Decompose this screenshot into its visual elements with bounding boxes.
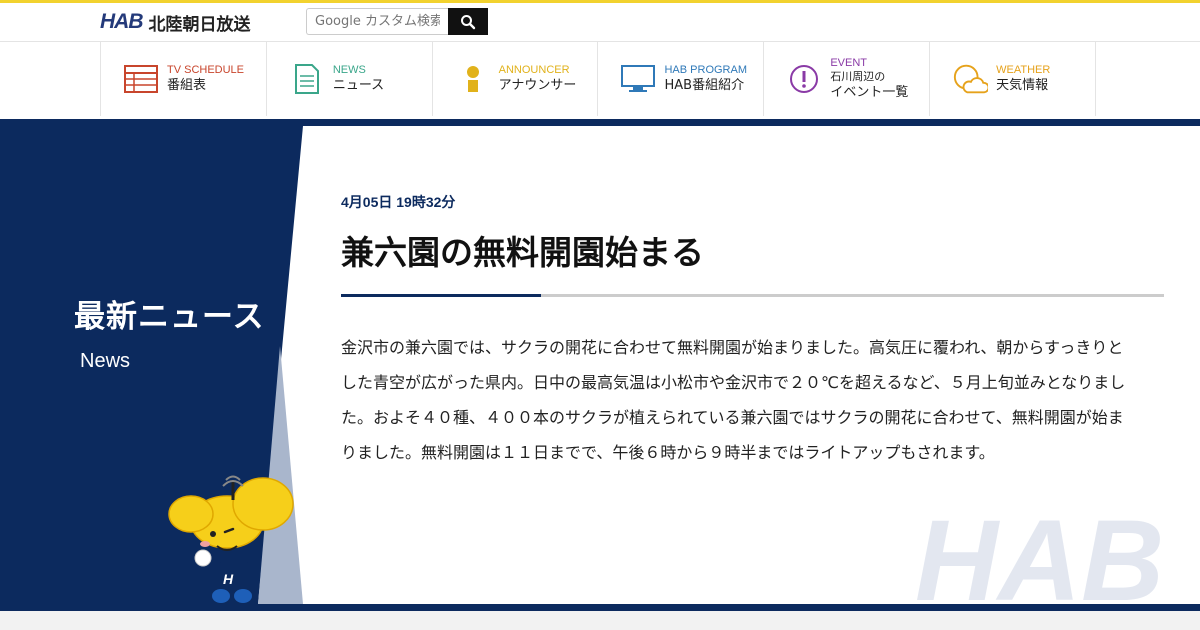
nav-item-tv-schedule[interactable]: TV SCHEDULE 番組表 [101, 42, 267, 116]
svg-text:H: H [223, 571, 234, 587]
article-body: 金沢市の兼六園では、サクラの開花に合わせて無料開園が始まりました。高気圧に覆われ… [341, 338, 1126, 462]
news-main-area: HAB H 最新ニュース News 4月05日 19時32分 兼六園の無料開園始… [0, 119, 1200, 611]
nav-jp-label: 番組表 [167, 78, 207, 93]
logo-mark: HAB [100, 10, 143, 33]
nav-item-weather[interactable]: WEATHER 天気情報 [930, 42, 1096, 116]
nav-jp-label-line2: イベント一覧 [830, 85, 909, 100]
section-title: 最新ニュース [74, 299, 265, 335]
tv-schedule-icon [123, 61, 159, 97]
tv-monitor-icon [620, 61, 656, 97]
nav-item-announcer[interactable]: ANNOUNCER アナウンサー [433, 42, 599, 116]
hab-watermark-logo: HAB [915, 497, 1164, 604]
event-exclamation-icon [786, 61, 822, 97]
nav-jp-label: 天気情報 [996, 78, 1049, 93]
news-panel: HAB H 最新ニュース News 4月05日 19時32分 兼六園の無料開園始… [0, 126, 1200, 604]
news-document-icon [289, 61, 325, 97]
search-button[interactable] [448, 8, 488, 35]
nav-jp-label: アナウンサー [498, 78, 577, 93]
nav-jp-label-line1: 石川周辺の [830, 70, 886, 83]
search-icon [461, 14, 476, 29]
nav-jp-label: HAB番組紹介 [664, 78, 745, 93]
nav-en-label: WEATHER [996, 64, 1051, 76]
logo-text: 北陸朝日放送 [148, 14, 251, 35]
nav-en-label: HAB PROGRAM [664, 64, 747, 76]
nav-jp-label: ニュース [332, 78, 385, 93]
site-header: HAB 北陸朝日放送 [0, 3, 1200, 42]
weather-cloud-sun-icon [952, 61, 989, 97]
nav-en-label: TV SCHEDULE [167, 64, 245, 76]
search-input[interactable] [306, 8, 448, 35]
nav-en-label: EVENT [830, 57, 867, 69]
nav-item-event[interactable]: EVENT 石川周辺の イベント一覧 [764, 42, 931, 116]
nav-item-news[interactable]: NEWS ニュース [267, 42, 433, 116]
main-navigation: TV SCHEDULE 番組表 NEWS ニュース ANNOUNCER アナウン… [0, 42, 1200, 119]
section-subtitle: News [80, 350, 131, 372]
nav-item-hab-program[interactable]: HAB PROGRAM HAB番組紹介 [598, 42, 765, 116]
announcer-person-icon [455, 61, 491, 97]
title-divider-accent [341, 294, 541, 297]
site-logo[interactable]: HAB 北陸朝日放送 [100, 10, 251, 35]
search-box [306, 8, 488, 35]
nav-en-label: NEWS [332, 64, 366, 76]
article-title: 兼六園の無料開園始まる [341, 233, 704, 272]
watermark-text: HAB [915, 497, 1164, 604]
footer-strip [0, 611, 1200, 630]
article-date: 4月05日 19時32分 [341, 194, 456, 210]
nav-en-label: ANNOUNCER [498, 64, 570, 76]
